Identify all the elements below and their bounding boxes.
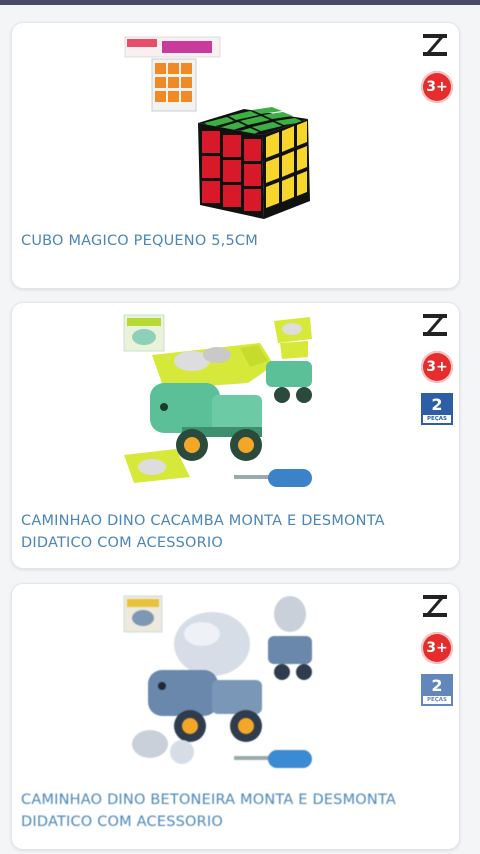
truck-image (150, 343, 274, 461)
brand-logo-icon (423, 314, 447, 336)
product-badges: 3+ 2 PEÇAS (409, 303, 459, 443)
product-image-rubiks-cube[interactable] (12, 23, 459, 223)
age-badge: 3+ (421, 351, 453, 383)
package-box-image (123, 314, 165, 352)
product-card-cubo-magico[interactable]: CUBO MAGICO PEQUENO 5,5CM 3+ (11, 22, 460, 289)
pieces-label: PEÇAS (426, 416, 448, 422)
product-title[interactable]: CUBO MAGICO PEQUENO 5,5CM (21, 230, 399, 252)
pieces-count: 2 (423, 676, 451, 696)
product-card-caminhao-betoneira[interactable]: CAMINHAO DINO BETONEIRA MONTA E DESMONTA… (11, 583, 460, 850)
brand-logo-icon (423, 595, 447, 617)
package-box-image (124, 36, 221, 112)
truck-image (148, 612, 262, 742)
cube-image (198, 107, 310, 219)
brand-logo-icon (423, 34, 447, 56)
age-badge: 3+ (421, 632, 453, 664)
pieces-count: 2 (423, 395, 451, 415)
product-title[interactable]: CAMINHAO DINO CACAMBA MONTA E DESMONTA D… (21, 510, 399, 554)
product-card-caminhao-cacamba[interactable]: CAMINHAO DINO CACAMBA MONTA E DESMONTA D… (11, 302, 460, 569)
product-list: CUBO MAGICO PEQUENO 5,5CM 3+ CAMINHAO DI… (0, 0, 480, 854)
product-badges: 3+ 2 PEÇAS (409, 584, 459, 724)
product-badges: 3+ (409, 23, 459, 163)
screwdriver-image (234, 750, 312, 768)
product-title[interactable]: CAMINHAO DINO BETONEIRA MONTA E DESMONTA… (21, 789, 399, 833)
pieces-badge: 2 PEÇAS (421, 393, 453, 425)
age-badge: 3+ (421, 71, 453, 103)
product-image-dino-dump-truck[interactable] (12, 303, 459, 503)
pieces-label: PEÇAS (426, 697, 448, 703)
product-image-dino-cement-truck[interactable] (12, 584, 459, 784)
pieces-badge: 2 PEÇAS (421, 674, 453, 706)
screwdriver-image (234, 469, 312, 487)
package-box-image (123, 595, 163, 633)
